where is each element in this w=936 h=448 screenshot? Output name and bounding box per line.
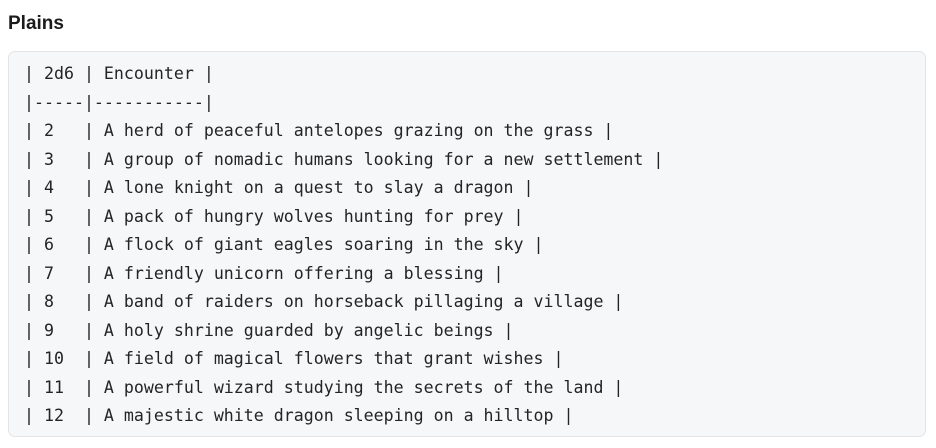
code-line-row-9: | 9 | A holy shrine guarded by angelic b… bbox=[24, 320, 514, 340]
code-line-row-5: | 5 | A pack of hungry wolves hunting fo… bbox=[24, 206, 524, 226]
code-line-row-12: | 12 | A majestic white dragon sleeping … bbox=[24, 406, 574, 425]
code-line-table-separator: |-----|-----------| bbox=[24, 92, 214, 112]
code-line-row-3: | 3 | A group of nomadic humans looking … bbox=[24, 149, 664, 169]
code-block[interactable]: | 2d6 | Encounter | |-----|-----------| … bbox=[8, 51, 926, 437]
code-line-row-7: | 7 | A friendly unicorn offering a bles… bbox=[24, 263, 504, 283]
section-heading: Plains bbox=[8, 13, 64, 34]
code-line-row-10: | 10 | A field of magical flowers that g… bbox=[24, 349, 564, 368]
code-line-row-8: | 8 | A band of raiders on horseback pil… bbox=[24, 292, 624, 311]
code-line-table-header: | 2d6 | Encounter | bbox=[24, 64, 214, 83]
code-line-row-2: | 2 | A herd of peaceful antelopes grazi… bbox=[24, 121, 614, 140]
code-line-row-11: | 11 | A powerful wizard studying the se… bbox=[24, 377, 624, 397]
code-line-row-4: | 4 | A lone knight on a quest to slay a… bbox=[24, 178, 534, 197]
code-line-row-6: | 6 | A flock of giant eagles soaring in… bbox=[24, 235, 544, 254]
